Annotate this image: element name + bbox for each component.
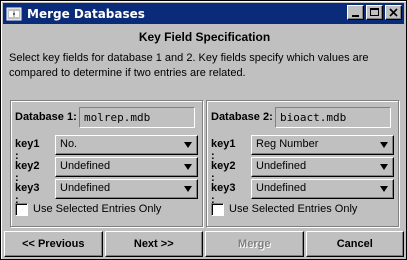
merge-databases-app-icon[interactable] bbox=[6, 6, 22, 22]
db1-key1-label: key1 : bbox=[15, 138, 40, 162]
db1-selected-only-checkbox[interactable] bbox=[15, 203, 28, 216]
section-heading: Key Field Specification bbox=[138, 30, 271, 44]
db2-key2-label: key2 : bbox=[211, 160, 236, 184]
dropdown-arrow-icon bbox=[380, 142, 388, 148]
db2-key1-label: key1 : bbox=[211, 138, 236, 162]
db2-selected-only-checkbox[interactable] bbox=[211, 203, 224, 216]
dropdown-arrow-icon bbox=[184, 186, 192, 192]
dropdown-arrow-icon bbox=[380, 186, 388, 192]
database-1-panel: Database 1: molrep.mdb key1 : No. key2 :… bbox=[10, 100, 203, 227]
database-1-label: Database 1: bbox=[15, 111, 77, 123]
database-2-label: Database 2: bbox=[211, 111, 273, 123]
minimize-button[interactable] bbox=[347, 5, 364, 20]
window-title: Merge Databases bbox=[27, 6, 145, 21]
merge-button[interactable]: Merge bbox=[205, 231, 304, 257]
dropdown-arrow-icon bbox=[184, 164, 192, 170]
database-2-panel: Database 2: bioact.mdb key1 : Reg Number… bbox=[206, 100, 399, 227]
db1-key2-value: Undefined bbox=[60, 160, 111, 172]
db2-key3-value: Undefined bbox=[256, 182, 307, 194]
button-bar: << Previous Next >> Merge Cancel bbox=[4, 231, 404, 257]
next-button[interactable]: Next >> bbox=[104, 231, 203, 257]
close-icon bbox=[389, 8, 398, 17]
db1-key3-value: Undefined bbox=[60, 182, 111, 194]
db2-key2-select[interactable]: Undefined bbox=[251, 157, 394, 177]
db2-key2-value: Undefined bbox=[256, 160, 307, 172]
db1-key3-select[interactable]: Undefined bbox=[55, 179, 198, 199]
db1-key2-label: key2 : bbox=[15, 160, 40, 184]
dropdown-arrow-icon bbox=[380, 164, 388, 170]
db2-selected-only-label: Use Selected Entries Only bbox=[229, 203, 358, 215]
database-2-field: bioact.mdb bbox=[275, 107, 391, 128]
dropdown-arrow-icon bbox=[184, 142, 192, 148]
title-bar[interactable]: Merge Databases bbox=[3, 3, 404, 24]
database-1-field: molrep.mdb bbox=[79, 107, 195, 128]
db1-key1-select[interactable]: No. bbox=[55, 135, 198, 155]
db1-selected-only-label: Use Selected Entries Only bbox=[33, 203, 162, 215]
close-button[interactable] bbox=[385, 5, 402, 20]
maximize-icon bbox=[370, 8, 379, 16]
db1-key2-select[interactable]: Undefined bbox=[55, 157, 198, 177]
maximize-button[interactable] bbox=[366, 5, 383, 20]
cancel-button[interactable]: Cancel bbox=[305, 231, 404, 257]
db2-key1-value: Reg Number bbox=[256, 138, 319, 150]
db2-key3-select[interactable]: Undefined bbox=[251, 179, 394, 199]
db1-key1-value: No. bbox=[60, 138, 78, 150]
previous-button[interactable]: << Previous bbox=[4, 231, 103, 257]
db2-key1-select[interactable]: Reg Number bbox=[251, 135, 394, 155]
minimize-icon bbox=[352, 15, 359, 17]
merge-databases-window: Merge Databases Key Field Specification … bbox=[0, 0, 407, 260]
description-text: Select key fields for database 1 and 2. … bbox=[9, 52, 369, 79]
